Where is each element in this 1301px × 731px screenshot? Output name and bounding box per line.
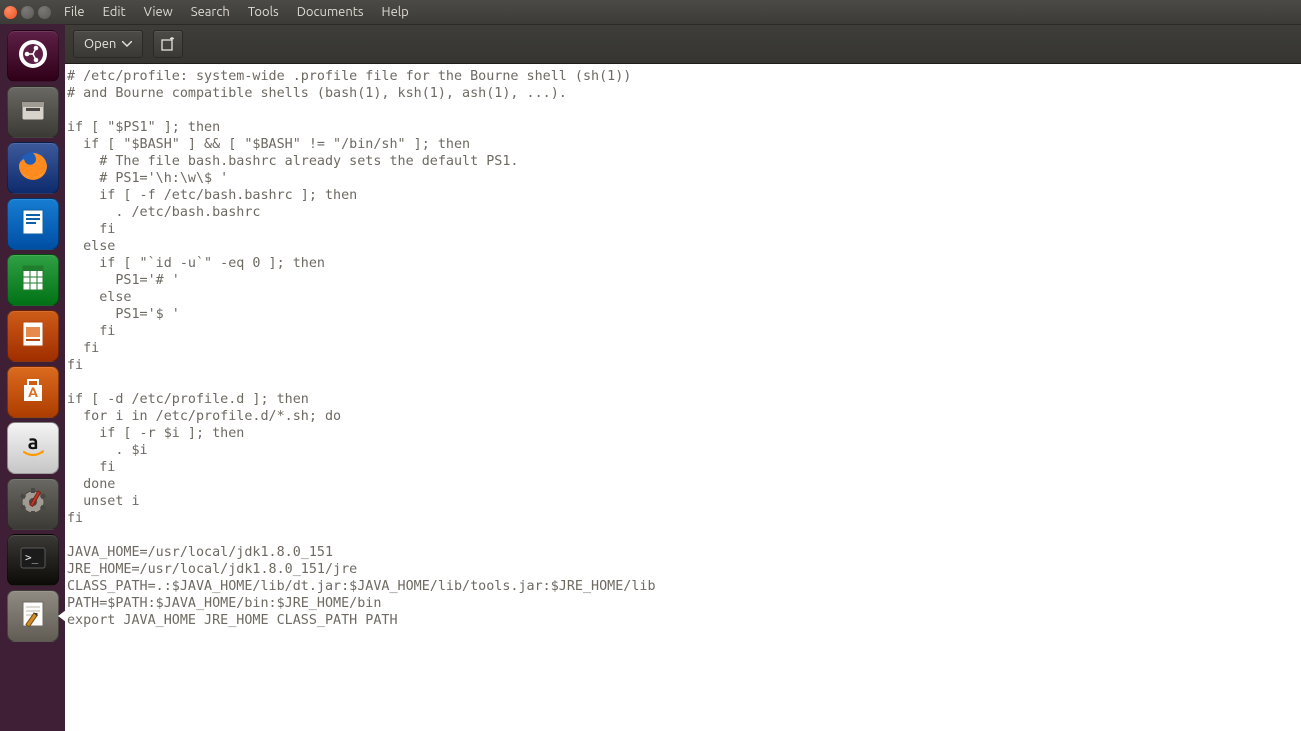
svg-text:A: A [28,384,38,400]
calc-icon [16,261,50,299]
settings-icon [16,485,50,523]
launcher-amazon[interactable]: a [7,422,59,474]
gedit-icon [16,597,50,635]
toolbar: Open [65,24,1301,64]
launcher-gedit[interactable] [7,590,59,642]
launcher-terminal[interactable]: >_ [7,534,59,586]
new-tab-icon [161,37,175,51]
minimize-icon[interactable] [21,6,34,19]
menu-item-documents[interactable]: Documents [288,0,373,24]
close-icon[interactable] [4,6,17,19]
menu-item-help[interactable]: Help [373,0,418,24]
chevron-down-icon [122,41,132,47]
menu-item-edit[interactable]: Edit [94,0,135,24]
launcher: Aa >_ [0,24,65,731]
menu-items: FileEditViewSearchToolsDocumentsHelp [55,0,418,24]
editor-area[interactable]: # /etc/profile: system-wide .profile fil… [65,64,1301,731]
terminal-icon: >_ [16,541,50,579]
menu-item-search[interactable]: Search [182,0,239,24]
menu-item-tools[interactable]: Tools [239,0,288,24]
files-icon [16,93,50,131]
launcher-dash[interactable] [7,30,59,82]
open-button-label: Open [84,37,116,51]
maximize-icon[interactable] [38,6,51,19]
window-controls [0,6,55,19]
launcher-calc[interactable] [7,254,59,306]
amazon-icon: a [16,429,50,467]
menu-item-view[interactable]: View [135,0,182,24]
svg-text:a: a [27,430,38,453]
launcher-writer[interactable] [7,198,59,250]
firefox-icon [15,148,51,188]
writer-icon [16,205,50,243]
impress-icon [16,317,50,355]
launcher-impress[interactable] [7,310,59,362]
launcher-files[interactable] [7,86,59,138]
code-content[interactable]: # /etc/profile: system-wide .profile fil… [65,64,1301,633]
new-tab-button[interactable] [153,30,183,58]
dash-icon [16,37,50,75]
menubar: FileEditViewSearchToolsDocumentsHelp [0,0,1301,24]
open-button[interactable]: Open [73,30,143,58]
launcher-firefox[interactable] [7,142,59,194]
software-icon: A [16,373,50,411]
launcher-software[interactable]: A [7,366,59,418]
menu-item-file[interactable]: File [55,0,94,24]
launcher-settings[interactable] [7,478,59,530]
svg-text:>_: >_ [25,551,39,564]
